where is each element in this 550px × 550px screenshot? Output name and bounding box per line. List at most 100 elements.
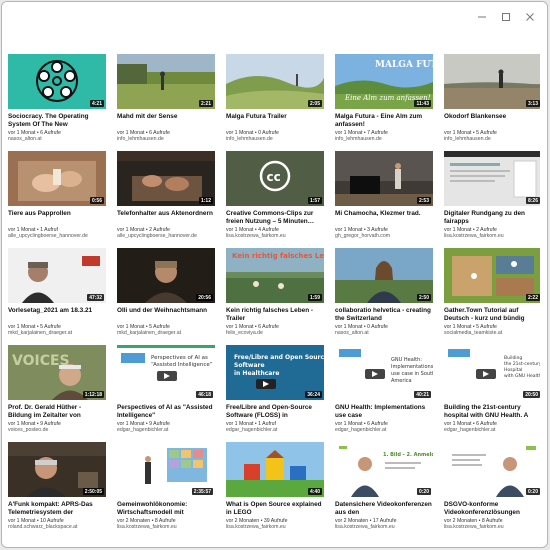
video-thumbnail[interactable]: Free/Libre and Open Source Software in Hea… [226, 345, 324, 400]
video-thumbnail[interactable]: 4:40 [226, 442, 324, 497]
video-thumbnail[interactable]: 2:22 [444, 248, 542, 303]
video-title[interactable]: Free/Libre and Open-Source Software (FLO… [226, 404, 324, 419]
video-title[interactable]: Vorlesetag_2021 am 18.3.21 [8, 307, 106, 322]
video-card[interactable]: MALGA FUTURAEine Alm zum anfassen! 11:43… [335, 54, 433, 148]
video-thumbnail[interactable]: 1:12 [117, 151, 215, 206]
video-title[interactable]: Gemeinwohlökonomie: Wirtschaftsmodell mi… [117, 501, 215, 516]
video-thumbnail[interactable]: 2:53 [335, 151, 433, 206]
video-card[interactable]: GNU Health: Implementations use case in So… [335, 345, 433, 439]
video-channel[interactable]: info_lehmhausen.de [117, 136, 215, 143]
video-thumbnail[interactable]: 2:35:57 [117, 442, 215, 497]
video-card[interactable]: 3:13 Ökodorf Blankensee vor 1 Monat • 5 … [444, 54, 542, 148]
video-title[interactable]: Digitaler Rundgang zu den fairapps [444, 210, 542, 225]
video-thumbnail[interactable]: 0:56 [8, 151, 106, 206]
video-card[interactable]: 2:53 Mi Chamocha, Klezmer trad. vor 1 Mo… [335, 151, 433, 245]
maximize-button[interactable] [497, 8, 515, 26]
video-title[interactable]: DSGVO-konforme Videokonferenzlösungen [444, 501, 542, 516]
video-thumbnail[interactable]: 47:32 [8, 248, 106, 303]
video-title[interactable]: Mahd mit der Sense [117, 113, 215, 128]
video-channel[interactable]: lisa.kostrzewa_fairkom.eu [117, 524, 215, 531]
video-thumbnail[interactable]: MALGA FUTURAEine Alm zum anfassen! 11:43 [335, 54, 433, 109]
video-thumbnail[interactable]: 2:50 [335, 248, 433, 303]
video-title[interactable]: Tiere aus Papprollen [8, 210, 106, 225]
video-card[interactable]: Perspectives of AI as “Assisted Intellige… [117, 345, 215, 439]
video-title[interactable]: A'Funk kompakt: APRS-Das Telemetriesyste… [8, 501, 106, 516]
video-title[interactable]: GNU Health: Implementations use case [335, 404, 433, 419]
video-channel[interactable]: gh_gregor_horvath.com [335, 233, 433, 240]
video-card[interactable]: cc 1:57 Creative Commons-Clips zur freie… [226, 151, 324, 245]
video-title[interactable]: Building the 21st-century hospital with … [444, 404, 542, 419]
video-channel[interactable]: roland.schwarz_blackspace.at [8, 524, 106, 531]
video-title[interactable]: Mi Chamocha, Klezmer trad. [335, 210, 433, 225]
video-channel[interactable]: felix_ecoviya.de [226, 330, 324, 337]
video-channel[interactable]: info_lehmhausen.de [226, 136, 324, 143]
video-channel[interactable]: nasos_alton.at [8, 136, 106, 143]
video-title[interactable]: What is Open Source explained in LEGO [226, 501, 324, 516]
video-thumbnail[interactable]: Perspectives of AI as “Assisted Intellige… [117, 345, 215, 400]
video-thumbnail[interactable]: VOICES 1:12:18 [8, 345, 106, 400]
video-title[interactable]: Malga Futura - Eine Alm zum anfassen! [335, 113, 433, 128]
video-channel[interactable]: lisa.kostrzewa_fairkom.eu [444, 524, 542, 531]
video-channel[interactable]: voices_posteo.de [8, 427, 106, 434]
video-thumbnail[interactable]: Kein richtig falsches Leben 1:59 [226, 248, 324, 303]
video-channel[interactable]: info_lehmhausen.de [335, 136, 433, 143]
video-card[interactable]: Kein richtig falsches Leben 1:59 Kein ri… [226, 248, 324, 342]
scrollbar[interactable] [540, 32, 546, 546]
video-channel[interactable]: lisa.kostrzewa_fairkom.eu [335, 524, 433, 531]
video-thumbnail[interactable]: 1. Bild - 2. Anmeldung 0:20 [335, 442, 433, 497]
video-title[interactable]: Telefonhalter aus Aktenordnern [117, 210, 215, 225]
video-card[interactable]: 2:22 Gather.Town Tutorial auf Deutsch - … [444, 248, 542, 342]
video-thumbnail[interactable]: Building the 21st-century Hospital with GNU… [444, 345, 542, 400]
video-thumbnail[interactable]: 2:50:05 [8, 442, 106, 497]
video-thumbnail[interactable]: GNU Health: Implementations use case in So… [335, 345, 433, 400]
close-button[interactable] [521, 8, 539, 26]
video-thumbnail[interactable]: 2:05 [226, 54, 324, 109]
video-title[interactable]: Kein richtig falsches Leben - Trailer [226, 307, 324, 322]
video-channel[interactable]: edgar_hagenbichler.at [226, 427, 324, 434]
minimize-button[interactable] [473, 8, 491, 26]
video-card[interactable]: 0:20 DSGVO-konforme Videokonferenzlösung… [444, 442, 542, 536]
video-thumbnail[interactable]: cc 1:57 [226, 151, 324, 206]
video-title[interactable]: Prof. Dr. Gerald Hüther - Bildung im Zei… [8, 404, 106, 419]
video-title[interactable]: Ökodorf Blankensee [444, 113, 542, 128]
video-card[interactable]: VOICES 1:12:18 Prof. Dr. Gerald Hüther -… [8, 345, 106, 439]
video-card[interactable]: 47:32 Vorlesetag_2021 am 18.3.21 vor 1 M… [8, 248, 106, 342]
video-channel[interactable]: info_lehmhausen.de [444, 136, 542, 143]
video-thumbnail[interactable]: 8:26 [444, 151, 542, 206]
video-channel[interactable]: nasos_alton.at [335, 330, 433, 337]
video-thumbnail[interactable]: 2:21 [117, 54, 215, 109]
video-card[interactable]: 20:56 Olli und der Weihnachtsmann vor 1 … [117, 248, 215, 342]
video-channel[interactable]: alle_upcyclingboerse_hannover.de [8, 233, 106, 240]
video-card[interactable]: Free/Libre and Open Source Software in Hea… [226, 345, 324, 439]
video-card[interactable]: 2:50 collaboratio helvetica - creating t… [335, 248, 433, 342]
video-title[interactable]: collaboratio helvetica - creating the Sw… [335, 307, 433, 322]
video-card[interactable]: 8:26 Digitaler Rundgang zu den fairapps … [444, 151, 542, 245]
video-card[interactable]: 1. Bild - 2. Anmeldung 0:20 Datensichere… [335, 442, 433, 536]
video-card[interactable]: 0:56 Tiere aus Papprollen vor 1 Monat • … [8, 151, 106, 245]
video-card[interactable]: 2:50:05 A'Funk kompakt: APRS-Das Telemet… [8, 442, 106, 536]
video-card[interactable]: 4:21 Sociocracy. The Operating System Of… [8, 54, 106, 148]
video-card[interactable]: 2:05 Malga Futura Trailer vor 1 Monat • … [226, 54, 324, 148]
video-channel[interactable]: edgar_hagenbichler.at [117, 427, 215, 434]
video-title[interactable]: Datensichere Videokonferenzen aus den [335, 501, 433, 516]
video-channel[interactable]: mkd_karjalainen_draeger.at [8, 330, 106, 337]
video-card[interactable]: 1:12 Telefonhalter aus Aktenordnern vor … [117, 151, 215, 245]
video-thumbnail[interactable]: 4:21 [8, 54, 106, 109]
video-thumbnail[interactable]: 20:56 [117, 248, 215, 303]
video-thumbnail[interactable]: 3:13 [444, 54, 542, 109]
video-card[interactable]: Building the 21st-century Hospital with GNU… [444, 345, 542, 439]
video-thumbnail[interactable]: 0:20 [444, 442, 542, 497]
video-title[interactable]: Perspectives of AI as "Assisted Intellig… [117, 404, 215, 419]
video-channel[interactable]: lisa.kostrzewa_fairkom.eu [226, 524, 324, 531]
video-channel[interactable]: socialmedia_teamkiste.at [444, 330, 542, 337]
video-channel[interactable]: mkd_karjalainen_draeger.at [117, 330, 215, 337]
video-channel[interactable]: lisa.kostrzewa_fairkom.eu [444, 233, 542, 240]
video-title[interactable]: Malga Futura Trailer [226, 113, 324, 128]
video-channel[interactable]: edgar_hagenbichler.at [444, 427, 542, 434]
video-title[interactable]: Olli und der Weihnachtsmann [117, 307, 215, 322]
video-title[interactable]: Gather.Town Tutorial auf Deutsch - kurz … [444, 307, 542, 322]
video-card[interactable]: 4:40 What is Open Source explained in LE… [226, 442, 324, 536]
video-title[interactable]: Sociocracy. The Operating System Of The … [8, 113, 106, 128]
video-channel[interactable]: lisa.kostrzewa_fairkom.eu [226, 233, 324, 240]
video-channel[interactable]: edgar_hagenbichler.at [335, 427, 433, 434]
